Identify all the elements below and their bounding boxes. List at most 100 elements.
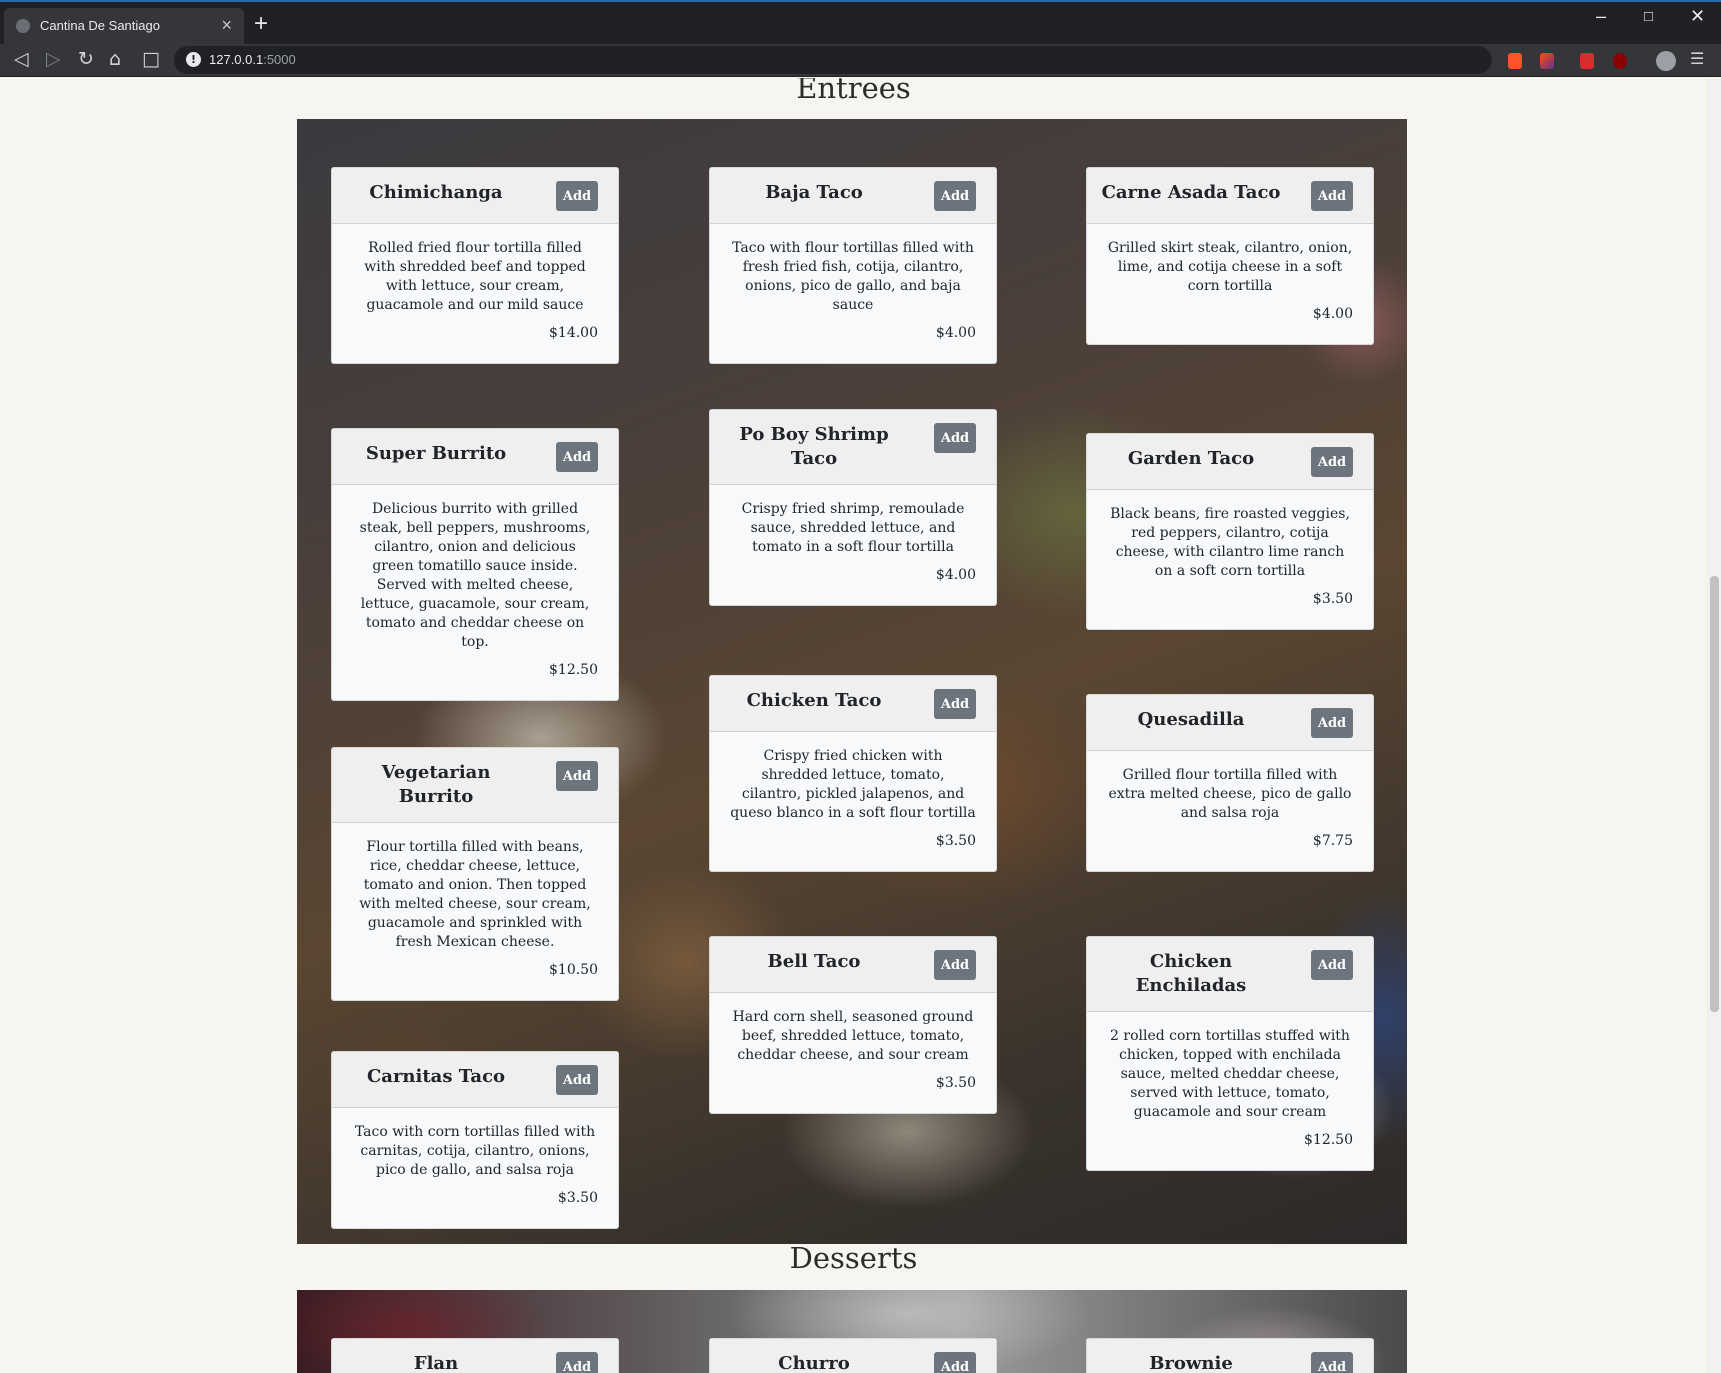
item-name: Brownie (1149, 1353, 1233, 1373)
add-button[interactable]: Add (556, 442, 598, 472)
card-header: Churro Add (710, 1339, 996, 1373)
page-viewport: Entrees Chimichanga Add Rolled fried flour… (0, 78, 1707, 1373)
dessert-card: Brownie Add (1086, 1338, 1374, 1373)
item-name: Bell Taco (767, 951, 861, 972)
card-body: Grilled flour tortilla filled with extra… (1087, 751, 1373, 871)
add-button[interactable]: Add (556, 761, 598, 791)
forward-icon[interactable]: ▷ (46, 48, 61, 70)
card-header: Bell Taco Add (710, 937, 996, 993)
bookmark-icon[interactable]: □ (142, 48, 160, 70)
item-price: $7.75 (1312, 833, 1353, 849)
menu-card: Chicken Taco Add Crispy fried chicken with… (709, 675, 997, 872)
menu-card: Po Boy Shrimp Taco Add Crispy fried shrimp… (709, 409, 997, 606)
item-price: $12.50 (549, 662, 598, 678)
card-header: Chimichanga Add (332, 168, 618, 224)
item-name: Po Boy Shrimp Taco (739, 424, 889, 469)
menu-icon[interactable]: ☰ (1690, 49, 1704, 68)
add-button[interactable]: Add (556, 1352, 598, 1373)
card-body: Black beans, fire roasted veggies, red p… (1087, 490, 1373, 629)
url-port: :5000 (263, 52, 296, 67)
card-header: Super Burrito Add (332, 429, 618, 485)
menu-card: Chimichanga Add Rolled fried flour tortill… (331, 167, 619, 364)
add-button[interactable]: Add (1311, 1352, 1353, 1373)
add-button[interactable]: Add (934, 181, 976, 211)
item-price: $4.00 (935, 325, 976, 341)
card-header: Baja Taco Add (710, 168, 996, 224)
menu-card: Garden Taco Add Black beans, fire roasted … (1086, 433, 1374, 630)
add-button[interactable]: Add (934, 689, 976, 719)
card-body: Rolled fried flour tortilla filled with … (332, 224, 618, 363)
item-price: $4.00 (1312, 306, 1353, 322)
item-description: Rolled fried flour tortilla filled with … (364, 240, 586, 313)
add-button[interactable]: Add (1311, 447, 1353, 477)
browser-tab-bar: Cantina De Santiago × + – □ ✕ (0, 0, 1721, 46)
item-description: 2 rolled corn tortillas stuffed with chi… (1110, 1028, 1350, 1120)
new-tab-icon[interactable]: + (254, 10, 268, 38)
item-name: Carnitas Taco (366, 1066, 506, 1087)
brave-shield-icon[interactable] (1508, 53, 1522, 69)
browser-toolbar: ◁ ▷ ↻ ⌂ □ ! 127.0.0.1:5000 ☰ (0, 44, 1721, 77)
menu-card: Super Burrito Add Delicious burrito with g… (331, 428, 619, 701)
item-price: $3.50 (557, 1190, 598, 1206)
menu-card: Carnitas Taco Add Taco with corn tortillas… (331, 1051, 619, 1229)
add-button[interactable]: Add (934, 950, 976, 980)
tab-close-icon[interactable]: × (221, 15, 232, 36)
item-name: Carne Asada Taco (1101, 182, 1281, 203)
card-body: Delicious burrito with grilled steak, be… (332, 485, 618, 700)
profile-avatar[interactable] (1656, 51, 1676, 71)
reload-icon[interactable]: ↻ (78, 48, 94, 70)
menu-card: Baja Taco Add Taco with flour tortillas fi… (709, 167, 997, 364)
globe-icon (16, 19, 30, 33)
address-url: 127.0.0.1:5000 (209, 52, 296, 67)
ublock-icon[interactable] (1613, 53, 1627, 69)
item-description: Grilled flour tortilla filled with extra… (1108, 767, 1352, 821)
item-description: Delicious burrito with grilled steak, be… (359, 501, 591, 650)
item-name: Chimichanga (369, 182, 503, 203)
add-button[interactable]: Add (1311, 181, 1353, 211)
card-body: Taco with corn tortillas filled with car… (332, 1108, 618, 1228)
add-button[interactable]: Add (934, 1352, 976, 1373)
item-description: Taco with corn tortillas filled with car… (354, 1124, 596, 1178)
home-icon[interactable]: ⌂ (109, 48, 121, 70)
url-host: 127.0.0.1 (209, 52, 264, 67)
address-bar[interactable]: ! 127.0.0.1:5000 (174, 46, 1492, 74)
item-description: Taco with flour tortillas filled with fr… (732, 240, 974, 313)
card-body: Hard corn shell, seasoned ground beef, s… (710, 993, 996, 1113)
scrollbar-thumb[interactable] (1710, 576, 1719, 1012)
item-name: Chicken Taco (746, 690, 882, 711)
item-name: Churro (778, 1353, 850, 1373)
item-price: $12.50 (1304, 1132, 1353, 1148)
card-header: Chicken Taco Add (710, 676, 996, 732)
card-body: Crispy fried chicken with shredded lettu… (710, 732, 996, 871)
maximize-icon[interactable]: □ (1644, 8, 1653, 25)
add-button[interactable]: Add (934, 423, 976, 453)
add-button[interactable]: Add (556, 1065, 598, 1095)
card-body: 2 rolled corn tortillas stuffed with chi… (1087, 1012, 1373, 1170)
card-header: Chicken Enchiladas Add (1087, 937, 1373, 1012)
card-header: Carne Asada Taco Add (1087, 168, 1373, 224)
item-name: Flan (413, 1353, 459, 1373)
close-window-icon[interactable]: ✕ (1690, 6, 1705, 27)
add-button[interactable]: Add (1311, 708, 1353, 738)
card-body: Grilled skirt steak, cilantro, onion, li… (1087, 224, 1373, 344)
card-header: Po Boy Shrimp Taco Add (710, 410, 996, 485)
browser-tab[interactable]: Cantina De Santiago × (4, 8, 244, 46)
item-name: Vegetarian Burrito (381, 762, 491, 807)
card-header: Carnitas Taco Add (332, 1052, 618, 1108)
add-button[interactable]: Add (556, 181, 598, 211)
bookmark-extension-icon[interactable] (1580, 53, 1594, 69)
rewards-icon[interactable] (1540, 53, 1554, 69)
card-body: Taco with flour tortillas filled with fr… (710, 224, 996, 363)
item-price: $3.50 (935, 1075, 976, 1091)
back-icon[interactable]: ◁ (14, 48, 29, 70)
card-header: Vegetarian Burrito Add (332, 748, 618, 823)
item-name: Quesadilla (1137, 709, 1245, 730)
page-scrollbar[interactable] (1707, 78, 1721, 1373)
item-description: Grilled skirt steak, cilantro, onion, li… (1107, 240, 1353, 294)
item-description: Hard corn shell, seasoned ground beef, s… (732, 1009, 974, 1063)
card-header: Garden Taco Add (1087, 434, 1373, 490)
minimize-icon[interactable]: – (1596, 6, 1606, 27)
entrees-heading: Entrees (796, 78, 911, 105)
site-info-icon[interactable]: ! (186, 52, 201, 67)
add-button[interactable]: Add (1311, 950, 1353, 980)
